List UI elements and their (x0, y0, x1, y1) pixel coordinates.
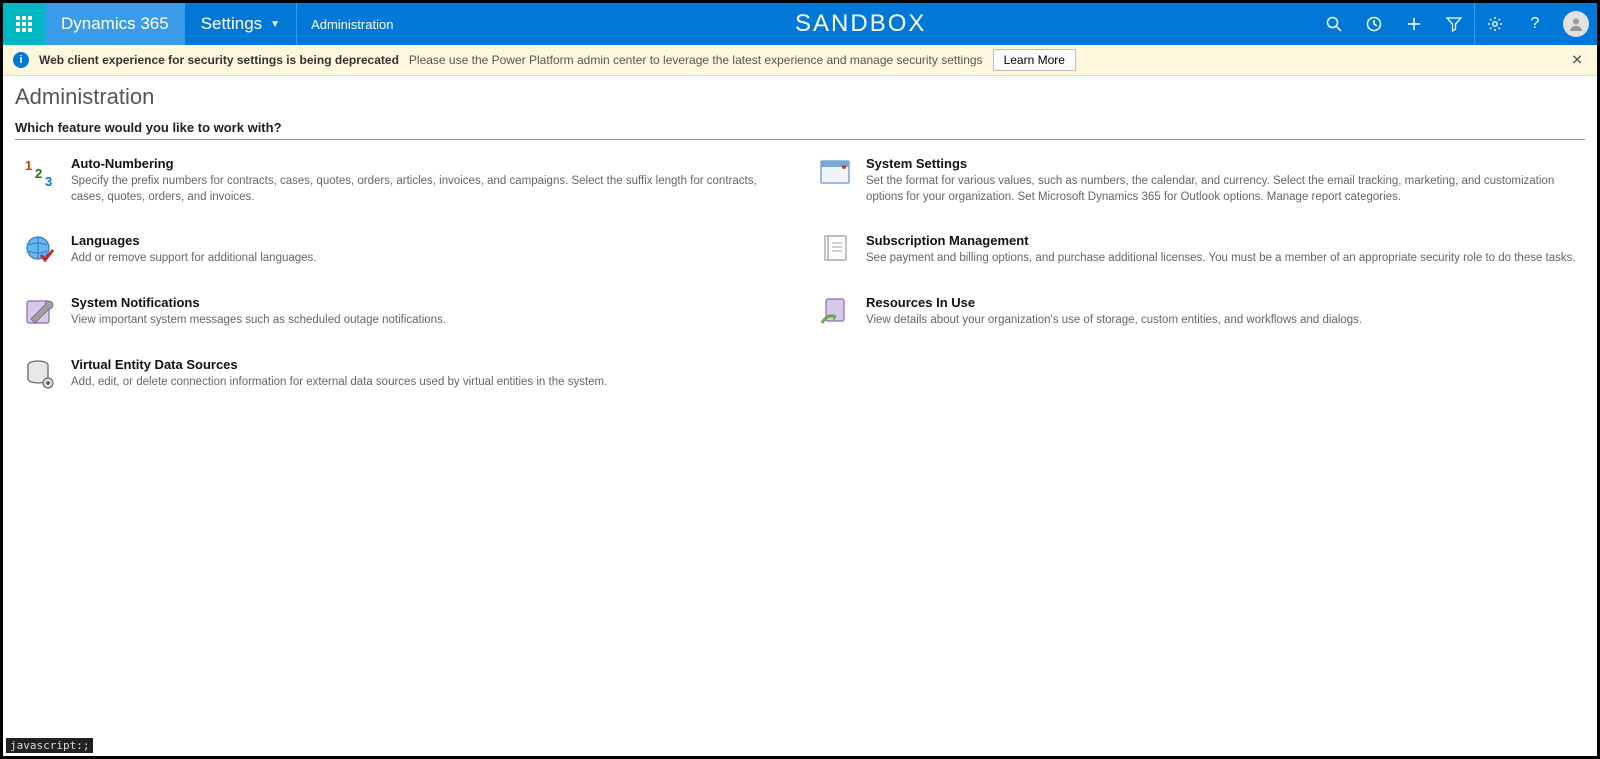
recent-button[interactable] (1354, 3, 1394, 45)
user-avatar-icon (1563, 11, 1589, 37)
page-prompt: Which feature would you like to work wit… (15, 120, 1585, 140)
svg-text:1: 1 (25, 158, 32, 173)
tile-resources-in-use[interactable]: Resources In Use View details about your… (810, 289, 1585, 351)
tile-system-settings[interactable]: System Settings Set the format for vario… (810, 150, 1585, 227)
search-button[interactable] (1314, 3, 1354, 45)
brand-button[interactable]: Dynamics 365 (45, 3, 185, 45)
top-nav: Dynamics 365 Settings ▼ Administration S… (3, 3, 1597, 45)
filter-button[interactable] (1434, 3, 1474, 45)
page-title: Administration (15, 84, 1585, 110)
tile-title: Languages (71, 233, 317, 248)
globe-check-icon (23, 233, 57, 267)
tile-system-notifications[interactable]: System Notifications View important syst… (15, 289, 790, 351)
svg-text:2: 2 (35, 166, 42, 181)
tile-desc: View important system messages such as s… (71, 313, 446, 329)
nav-center: SANDBOX (407, 3, 1314, 45)
area-label: Settings (201, 14, 262, 34)
tile-subscription-management[interactable]: Subscription Management See payment and … (810, 227, 1585, 289)
chevron-down-icon: ▼ (270, 19, 280, 30)
status-bar: javascript:; (6, 738, 93, 753)
notification-message: Please use the Power Platform admin cent… (409, 53, 983, 67)
clock-icon (1366, 16, 1382, 32)
tile-auto-numbering[interactable]: 123 Auto-Numbering Specify the prefix nu… (15, 150, 790, 227)
tile-title: Resources In Use (866, 295, 1362, 310)
area-dropdown[interactable]: Settings ▼ (185, 3, 296, 45)
tile-desc: Add or remove support for additional lan… (71, 251, 317, 267)
svg-text:3: 3 (45, 174, 52, 189)
tile-desc: View details about your organization's u… (866, 313, 1362, 329)
tile-title: Auto-Numbering (71, 156, 790, 171)
help-button[interactable]: ? (1515, 3, 1555, 45)
settings-button[interactable] (1475, 3, 1515, 45)
notification-title: Web client experience for security setti… (39, 53, 399, 67)
tile-title: System Notifications (71, 295, 446, 310)
content-area: Administration Which feature would you l… (3, 76, 1597, 756)
app-launcher-button[interactable] (3, 3, 45, 45)
notification-close-button[interactable]: ✕ (1567, 48, 1587, 73)
nav-actions: ? (1314, 3, 1597, 45)
notification-bar: i Web client experience for security set… (3, 45, 1597, 76)
database-gear-icon (23, 357, 57, 391)
tile-title: Subscription Management (866, 233, 1576, 248)
info-icon: i (13, 52, 29, 68)
tile-desc: Specify the prefix numbers for contracts… (71, 174, 790, 205)
tile-title: System Settings (866, 156, 1585, 171)
environment-label: SANDBOX (795, 10, 926, 38)
breadcrumb[interactable]: Administration (297, 3, 407, 45)
tile-desc: Add, edit, or delete connection informat… (71, 375, 607, 391)
waffle-icon (16, 16, 32, 32)
tile-languages[interactable]: Languages Add or remove support for addi… (15, 227, 790, 289)
settings-window-icon (818, 156, 852, 190)
feature-grid: 123 Auto-Numbering Specify the prefix nu… (15, 150, 1585, 413)
user-avatar-button[interactable] (1555, 3, 1597, 45)
funnel-icon (1446, 16, 1462, 32)
tile-desc: Set the format for various values, such … (866, 174, 1585, 205)
help-icon: ? (1531, 15, 1540, 33)
new-button[interactable] (1394, 3, 1434, 45)
close-icon: ✕ (1571, 52, 1583, 68)
tile-virtual-entity-data-sources[interactable]: Virtual Entity Data Sources Add, edit, o… (15, 351, 790, 413)
wrench-box-icon (23, 295, 57, 329)
plus-icon (1406, 16, 1422, 32)
resources-icon (818, 295, 852, 329)
document-icon (818, 233, 852, 267)
learn-more-button[interactable]: Learn More (993, 49, 1076, 71)
numbering-icon: 123 (23, 156, 57, 190)
tile-title: Virtual Entity Data Sources (71, 357, 607, 372)
search-icon (1326, 16, 1342, 32)
tile-desc: See payment and billing options, and pur… (866, 251, 1576, 267)
gear-icon (1487, 16, 1503, 32)
